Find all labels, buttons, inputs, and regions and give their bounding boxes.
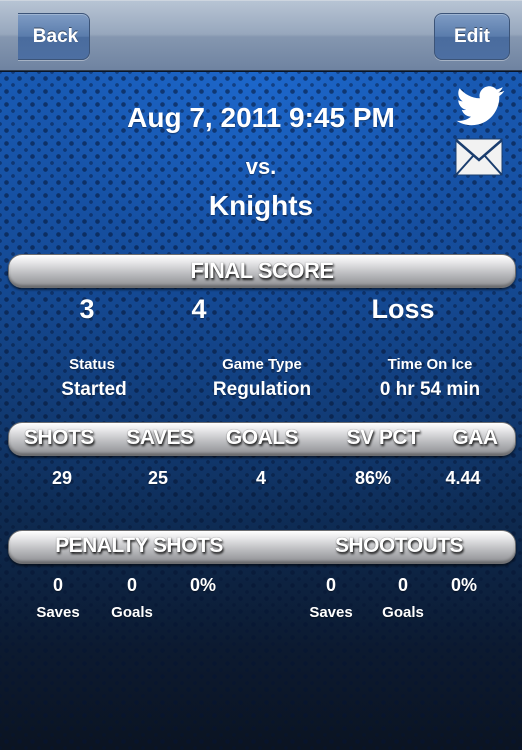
saves-value: 25 — [147, 468, 169, 488]
saves-header: SAVES — [126, 426, 194, 449]
shootout-saves-label: Saves — [309, 604, 353, 621]
opponent-name: Knights — [208, 190, 314, 221]
status-label: Status — [69, 356, 115, 373]
final-score-header-bar: FINAL SCORE — [8, 254, 516, 288]
goals-header: GOALS — [225, 426, 299, 449]
penalty-saves-label: Saves — [36, 604, 80, 621]
time-on-ice-label: Time On Ice — [387, 356, 473, 373]
shots-value: 29 — [51, 468, 73, 488]
shootout-goals-label: Goals — [382, 604, 424, 621]
navigation-bar: Back Edit — [0, 0, 522, 71]
time-on-ice-value: 0 hr 54 min — [379, 379, 481, 400]
versus-label: vs. — [245, 154, 277, 179]
game-type-value: Regulation — [212, 379, 312, 400]
penalty-goals-label: Goals — [111, 604, 153, 621]
edit-button[interactable]: Edit — [434, 13, 510, 60]
penalty-saves-value: 0 — [52, 575, 63, 595]
game-date: Aug 7, 2011 9:45 PM — [127, 102, 395, 133]
shootout-saves-value: 0 — [325, 575, 336, 595]
final-score-header: FINAL SCORE — [190, 258, 334, 283]
penalty-shootout-header-bar: PENALTY SHOTS SHOOTOUTS — [8, 530, 516, 564]
envelope-icon[interactable] — [455, 138, 503, 176]
twitter-bird-icon[interactable] — [455, 86, 505, 126]
back-button-label: Back — [32, 25, 79, 47]
status-value: Started — [61, 379, 127, 400]
stats-header-bar: SHOTS SAVES GOALS SV PCT GAA — [8, 422, 516, 456]
sv-pct-value: 86% — [354, 468, 392, 488]
penalty-goals-value: 0 — [126, 575, 137, 595]
gaa-value: 4.44 — [445, 468, 481, 488]
game-detail-content: Aug 7, 2011 9:45 PM vs. Knights FINAL SC… — [0, 72, 522, 750]
shootouts-header: SHOOTOUTS — [334, 534, 464, 557]
opponent-score: 4 — [191, 294, 207, 324]
game-result: Loss — [371, 294, 435, 324]
game-type-label: Game Type — [222, 356, 302, 373]
penalty-pct-value: 0% — [189, 575, 216, 595]
shootout-goals-value: 0 — [397, 575, 408, 595]
shootout-pct-value: 0% — [450, 575, 477, 595]
team-score: 3 — [79, 294, 95, 324]
gaa-header: GAA — [452, 426, 498, 449]
back-button[interactable]: Back — [18, 13, 90, 60]
penalty-shots-header: PENALTY SHOTS — [55, 534, 223, 557]
goals-value: 4 — [255, 468, 266, 488]
edit-button-label: Edit — [454, 25, 490, 47]
